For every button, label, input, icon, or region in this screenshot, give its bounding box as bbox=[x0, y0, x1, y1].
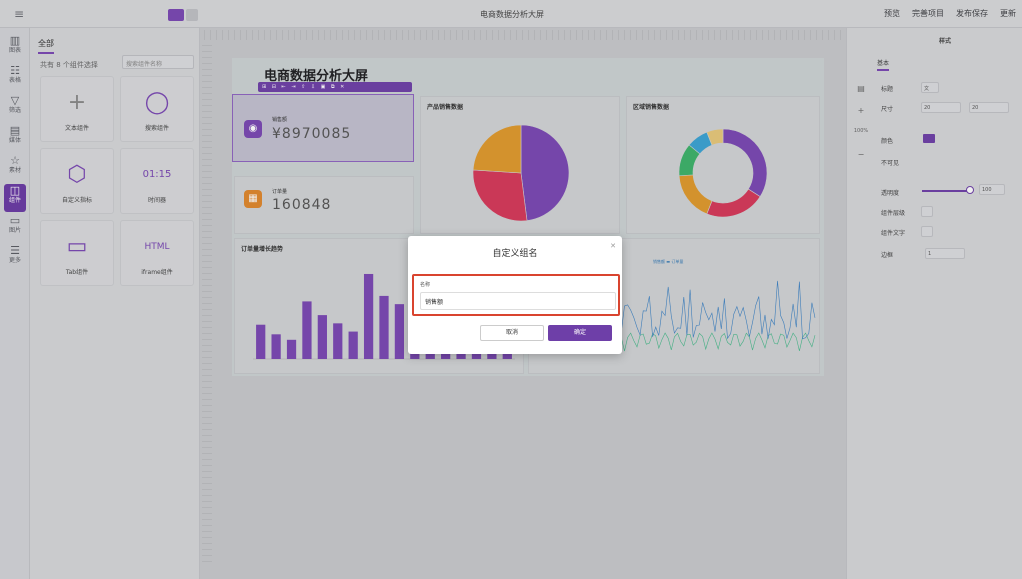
menu-icon[interactable]: ≡ bbox=[14, 7, 28, 21]
opacity-slider-track[interactable] bbox=[922, 190, 970, 192]
nav-item-more[interactable]: ☰ 更多 bbox=[4, 244, 26, 272]
top-bar: ≡ 电商数据分析大屏 预览 完善项目 发布保存 更新 bbox=[0, 0, 1022, 28]
bar bbox=[317, 315, 327, 359]
plus-icon: + bbox=[67, 90, 87, 115]
component-search-input[interactable]: 搜索组件名称 bbox=[122, 55, 194, 69]
sales-value: ¥8970085 bbox=[272, 126, 352, 142]
bar bbox=[302, 301, 312, 359]
order-icon: ▦ bbox=[244, 190, 262, 208]
clock-icon: 01:15 bbox=[142, 169, 172, 180]
bar bbox=[394, 304, 405, 359]
pie-slice bbox=[472, 124, 522, 174]
close-icon[interactable]: ✕ bbox=[610, 242, 616, 250]
confirm-button[interactable]: 确定 bbox=[548, 325, 612, 341]
chart-icon: ▥ bbox=[9, 34, 21, 47]
minus-icon[interactable]: − bbox=[849, 150, 873, 159]
html-icon: HTML bbox=[144, 242, 170, 252]
search-icon: ◯ bbox=[144, 90, 170, 115]
star-icon: ☆ bbox=[10, 154, 20, 167]
update-button[interactable]: 更新 bbox=[1000, 8, 1016, 19]
bar bbox=[286, 339, 297, 359]
layer-toggle[interactable] bbox=[921, 206, 933, 217]
pie-slice bbox=[706, 188, 761, 218]
tab-all[interactable]: 全部 bbox=[38, 38, 54, 54]
top-actions: 预览 完善项目 发布保存 更新 bbox=[884, 8, 1016, 19]
ruler-vertical bbox=[202, 42, 212, 562]
preview-button[interactable]: 预览 bbox=[884, 8, 900, 19]
bar bbox=[333, 323, 343, 359]
pie-slice bbox=[722, 128, 768, 197]
image-icon: ▭ bbox=[9, 214, 21, 227]
bar bbox=[256, 324, 266, 359]
component-iframe[interactable]: HTML iframe组件 bbox=[120, 220, 194, 286]
title-field[interactable]: 文 bbox=[921, 82, 939, 93]
property-panel: 样式 基本 ▤ + 100% − 标题 文 尺寸 20 20 颜色 不可见 透明… bbox=[846, 28, 1022, 579]
status-bar bbox=[200, 566, 846, 579]
mode-toggle-active[interactable] bbox=[168, 9, 184, 21]
pie-chart-card[interactable]: 产品销售数据 bbox=[420, 96, 620, 234]
tab-style[interactable]: 样式 bbox=[939, 36, 951, 45]
component-panel: 全部 共有 8 个组件选择 搜索组件名称 + 文本组件 ◯ 搜索组件 ⬡ 自定义… bbox=[30, 28, 200, 579]
donut-chart bbox=[678, 128, 768, 218]
zoom-level[interactable]: 100% bbox=[849, 128, 873, 134]
size-height-field[interactable]: 20 bbox=[969, 102, 1009, 113]
invisible-checkbox[interactable]: 不可见 bbox=[881, 158, 899, 167]
component-icon: ◫ bbox=[9, 184, 21, 197]
nav-item-chart[interactable]: ▥ 图表 bbox=[4, 34, 26, 62]
nav-item-image[interactable]: ▭ 图片 bbox=[4, 214, 26, 242]
name-input[interactable] bbox=[420, 292, 616, 310]
pie-slice bbox=[678, 174, 713, 215]
layers-icon[interactable]: ▤ bbox=[849, 84, 873, 93]
nav-item-media[interactable]: ▤ 媒体 bbox=[4, 124, 26, 152]
text-toggle[interactable] bbox=[921, 226, 933, 237]
money-icon: ◉ bbox=[244, 120, 262, 138]
document-title[interactable]: 电商数据分析大屏 bbox=[480, 9, 544, 20]
orders-value: 160848 bbox=[272, 197, 332, 213]
border-width-field[interactable]: 1 bbox=[925, 248, 965, 259]
component-search[interactable]: ◯ 搜索组件 bbox=[120, 76, 194, 142]
filter-icon: ▽ bbox=[10, 94, 20, 107]
complete-button[interactable]: 完善项目 bbox=[912, 8, 944, 19]
selection-toolbar[interactable]: ⊞ ⊟ ⇤ ⇥ ⇧ ⇩ ▣ ⧉ ✕ bbox=[258, 82, 412, 92]
table-icon: ☷ bbox=[10, 64, 20, 77]
add-icon[interactable]: + bbox=[849, 106, 873, 115]
orders-label: 订单量 bbox=[272, 189, 288, 195]
opacity-field[interactable]: 100 bbox=[979, 184, 1005, 195]
border-checkbox[interactable]: 边框 bbox=[881, 250, 893, 259]
publish-button[interactable]: 发布保存 bbox=[956, 8, 988, 19]
pie-slice bbox=[520, 124, 570, 221]
size-width-field[interactable]: 20 bbox=[921, 102, 961, 113]
opacity-slider-handle[interactable] bbox=[966, 186, 974, 194]
mode-toggle[interactable] bbox=[186, 9, 198, 21]
component-tab[interactable]: ▭ Tab组件 bbox=[40, 220, 114, 286]
sales-label: 销售额 bbox=[272, 117, 288, 123]
nav-item-star[interactable]: ☆ 素材 bbox=[4, 154, 26, 182]
bar bbox=[363, 273, 374, 359]
cancel-button[interactable]: 取消 bbox=[480, 325, 544, 341]
tab-basic[interactable]: 基本 bbox=[877, 58, 890, 71]
name-field-label: 名称 bbox=[420, 282, 431, 288]
component-custom-metric[interactable]: ⬡ 自定义指标 bbox=[40, 148, 114, 214]
more-icon: ☰ bbox=[10, 244, 20, 257]
nav-item-table[interactable]: ☷ 表格 bbox=[4, 64, 26, 92]
donut-chart-card[interactable]: 区域销售数据 bbox=[626, 96, 820, 234]
color-swatch[interactable] bbox=[923, 134, 935, 143]
rename-dialog: 自定义组名 ✕ 名称 取消 确定 bbox=[408, 236, 622, 354]
nav-item-filter[interactable]: ▽ 筛选 bbox=[4, 94, 26, 122]
media-icon: ▤ bbox=[9, 124, 21, 137]
ruler-horizontal bbox=[204, 30, 842, 40]
dialog-title: 自定义组名 bbox=[492, 249, 538, 259]
tab-icon: ▭ bbox=[66, 234, 88, 259]
component-count: 共有 8 个组件选择 bbox=[40, 61, 98, 69]
left-nav: ▥ 图表 ☷ 表格 ▽ 筛选 ▤ 媒体 ☆ 素材 ◫ 组件 ▭ 图片 ☰ 更多 bbox=[0, 28, 30, 579]
component-timer[interactable]: 01:15 时间器 bbox=[120, 148, 194, 214]
hexagon-icon: ⬡ bbox=[67, 162, 87, 187]
pie-slice bbox=[472, 169, 528, 222]
bar bbox=[348, 331, 358, 359]
nav-item-component[interactable]: ◫ 组件 bbox=[4, 184, 26, 212]
component-text[interactable]: + 文本组件 bbox=[40, 76, 114, 142]
pie-chart bbox=[472, 124, 570, 222]
bar bbox=[271, 334, 281, 359]
bar bbox=[379, 295, 389, 359]
